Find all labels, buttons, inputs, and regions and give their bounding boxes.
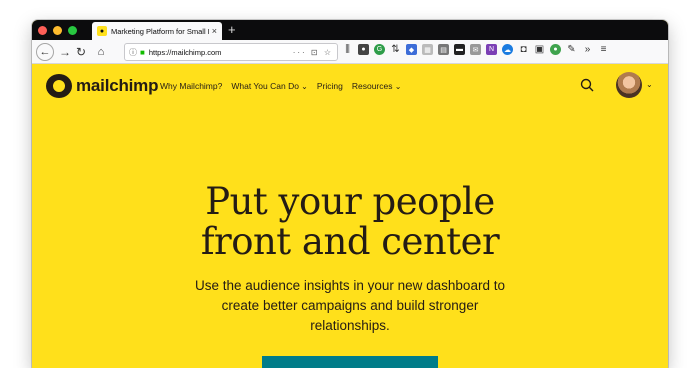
extension-8-icon[interactable]: ✉	[470, 44, 481, 55]
forward-icon: →	[59, 45, 71, 59]
active-tab[interactable]: ● Marketing Platform for Small Bu ×	[92, 22, 222, 40]
tab-bar: ● Marketing Platform for Small Bu × +	[32, 20, 668, 40]
back-icon: ←	[39, 46, 51, 58]
lock-icon: ■	[140, 47, 145, 57]
window-controls	[38, 26, 77, 35]
extension-12-icon[interactable]: ▣	[534, 44, 545, 55]
info-icon[interactable]: ⓘ	[129, 47, 137, 58]
hero-headline-line-1: Put your people	[205, 180, 495, 223]
site-logo[interactable]: mailchimp	[46, 74, 158, 98]
menu-icon[interactable]: ≡	[598, 44, 609, 55]
tab-close-icon[interactable]: ×	[212, 26, 217, 36]
url-text[interactable]: https://mailchimp.com	[149, 48, 293, 57]
tab-title: Marketing Platform for Small Bu	[111, 26, 209, 36]
close-window-button[interactable]	[38, 26, 47, 35]
home-button[interactable]: ⌂	[94, 43, 108, 61]
pen-icon[interactable]: ✎	[566, 44, 577, 55]
extension-5-icon[interactable]: ▦	[422, 44, 433, 55]
site-nav: Why Mailchimp? What You Can Do Pricing R…	[160, 81, 401, 91]
extension-4-icon[interactable]: ◆	[406, 44, 417, 55]
page-actions-icon[interactable]: ··· ⊡ ☆	[293, 48, 333, 57]
nav-item-pricing[interactable]: Pricing	[317, 81, 343, 91]
extensions-toolbar: ⫼ ● G ⇅ ◆ ▦ ▤ ▬ ✉ N ☁ ◘ ▣ ● ✎ » ≡	[342, 44, 609, 55]
new-tab-button[interactable]: +	[228, 22, 236, 38]
hero-headline: Put your people front and center	[32, 182, 668, 262]
overflow-icon[interactable]: »	[582, 44, 593, 55]
extension-3-icon[interactable]: ⇅	[390, 44, 401, 55]
address-bar[interactable]: ⓘ ■ https://mailchimp.com ··· ⊡ ☆	[124, 43, 338, 61]
mailchimp-favicon-icon: ●	[97, 26, 107, 36]
reload-icon: ↻	[75, 45, 87, 59]
home-icon: ⌂	[97, 46, 105, 58]
web-page: mailchimp Why Mailchimp? What You Can Do…	[32, 64, 668, 368]
extension-2-icon[interactable]: G	[374, 44, 385, 55]
reload-button[interactable]: ↻	[74, 43, 88, 61]
nav-item-resources[interactable]: Resources	[352, 81, 402, 91]
extension-10-icon[interactable]: ☁	[502, 44, 513, 55]
browser-toolbar: ← → ↻ ⌂ ⓘ ■ https://mailchimp.com ··· ⊡ …	[32, 40, 668, 64]
extension-6-icon[interactable]: ▤	[438, 44, 449, 55]
cta-button[interactable]	[262, 356, 438, 368]
extension-13-icon[interactable]: ●	[550, 44, 561, 55]
forward-button[interactable]: →	[58, 43, 72, 61]
back-button[interactable]: ←	[36, 43, 54, 61]
hero-section: Put your people front and center Use the…	[32, 182, 668, 336]
logo-wordmark: mailchimp	[76, 76, 159, 95]
search-icon[interactable]	[580, 78, 594, 92]
extension-7-icon[interactable]: ▬	[454, 44, 465, 55]
freddie-logo-icon	[46, 74, 72, 98]
nav-item-why-mailchimp[interactable]: Why Mailchimp?	[160, 81, 222, 91]
hero-headline-line-2: front and center	[200, 220, 500, 263]
hero-subtext: Use the audience insights in your new da…	[195, 278, 505, 333]
minimize-window-button[interactable]	[53, 26, 62, 35]
nav-item-what-you-can-do[interactable]: What You Can Do	[231, 81, 308, 91]
extension-1-icon[interactable]: ●	[358, 44, 369, 55]
extension-9-icon[interactable]: N	[486, 44, 497, 55]
browser-window: ● Marketing Platform for Small Bu × + ← …	[32, 20, 668, 368]
maximize-window-button[interactable]	[68, 26, 77, 35]
chevron-down-icon[interactable]: ⌄	[646, 80, 653, 89]
avatar[interactable]	[616, 72, 642, 98]
extension-11-icon[interactable]: ◘	[518, 44, 529, 55]
library-icon[interactable]: ⫼	[342, 44, 353, 55]
